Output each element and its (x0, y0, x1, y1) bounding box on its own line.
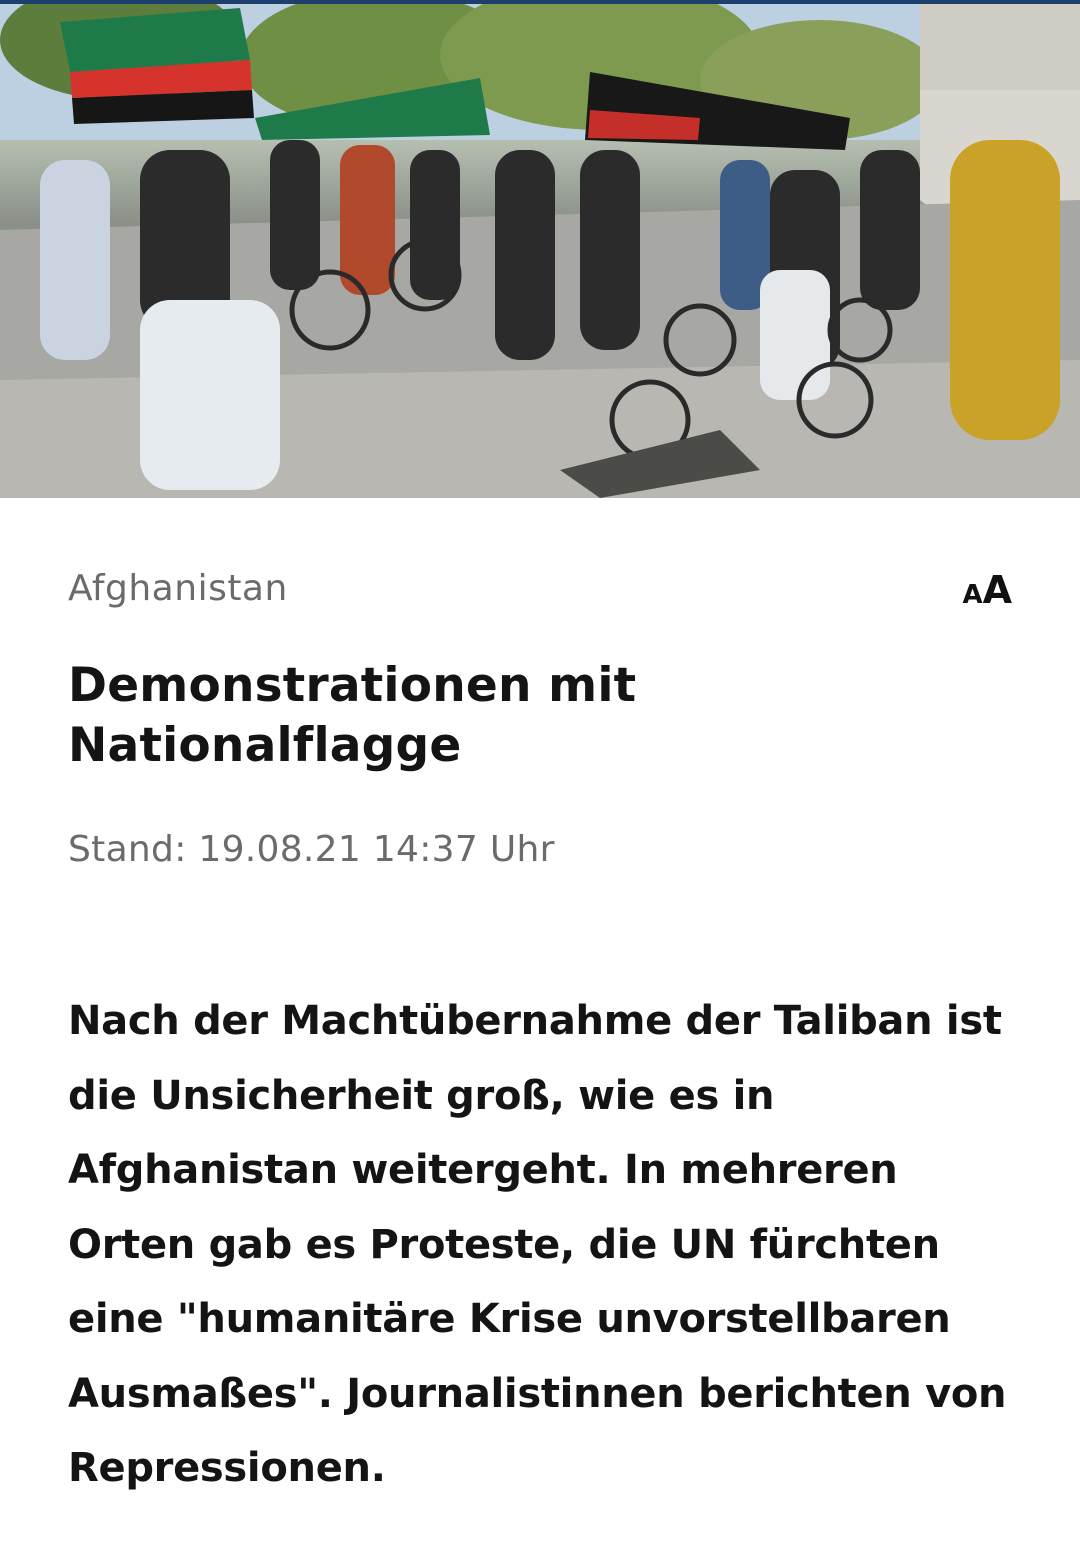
article-date: Stand: 19.08.21 14:37 Uhr (68, 829, 555, 870)
topic-row: Afghanistan AA (68, 566, 1012, 612)
demonstration-photo (0, 0, 1080, 498)
font-size-small-icon: A (962, 580, 983, 610)
article-topic[interactable]: Afghanistan (68, 568, 288, 609)
article-headline: Demonstrationen mit Nationalflagge (68, 658, 637, 773)
article-lead: Nach der Machtübernahme der Taliban ist … (68, 998, 1007, 1491)
article-hero-image[interactable] (0, 0, 1080, 498)
top-accent-line (0, 0, 1080, 4)
font-size-big-icon: A (982, 568, 1012, 612)
font-size-button[interactable]: AA (962, 568, 1012, 612)
article-content: Afghanistan AA Demonstrationen mit Natio… (68, 498, 1012, 1546)
